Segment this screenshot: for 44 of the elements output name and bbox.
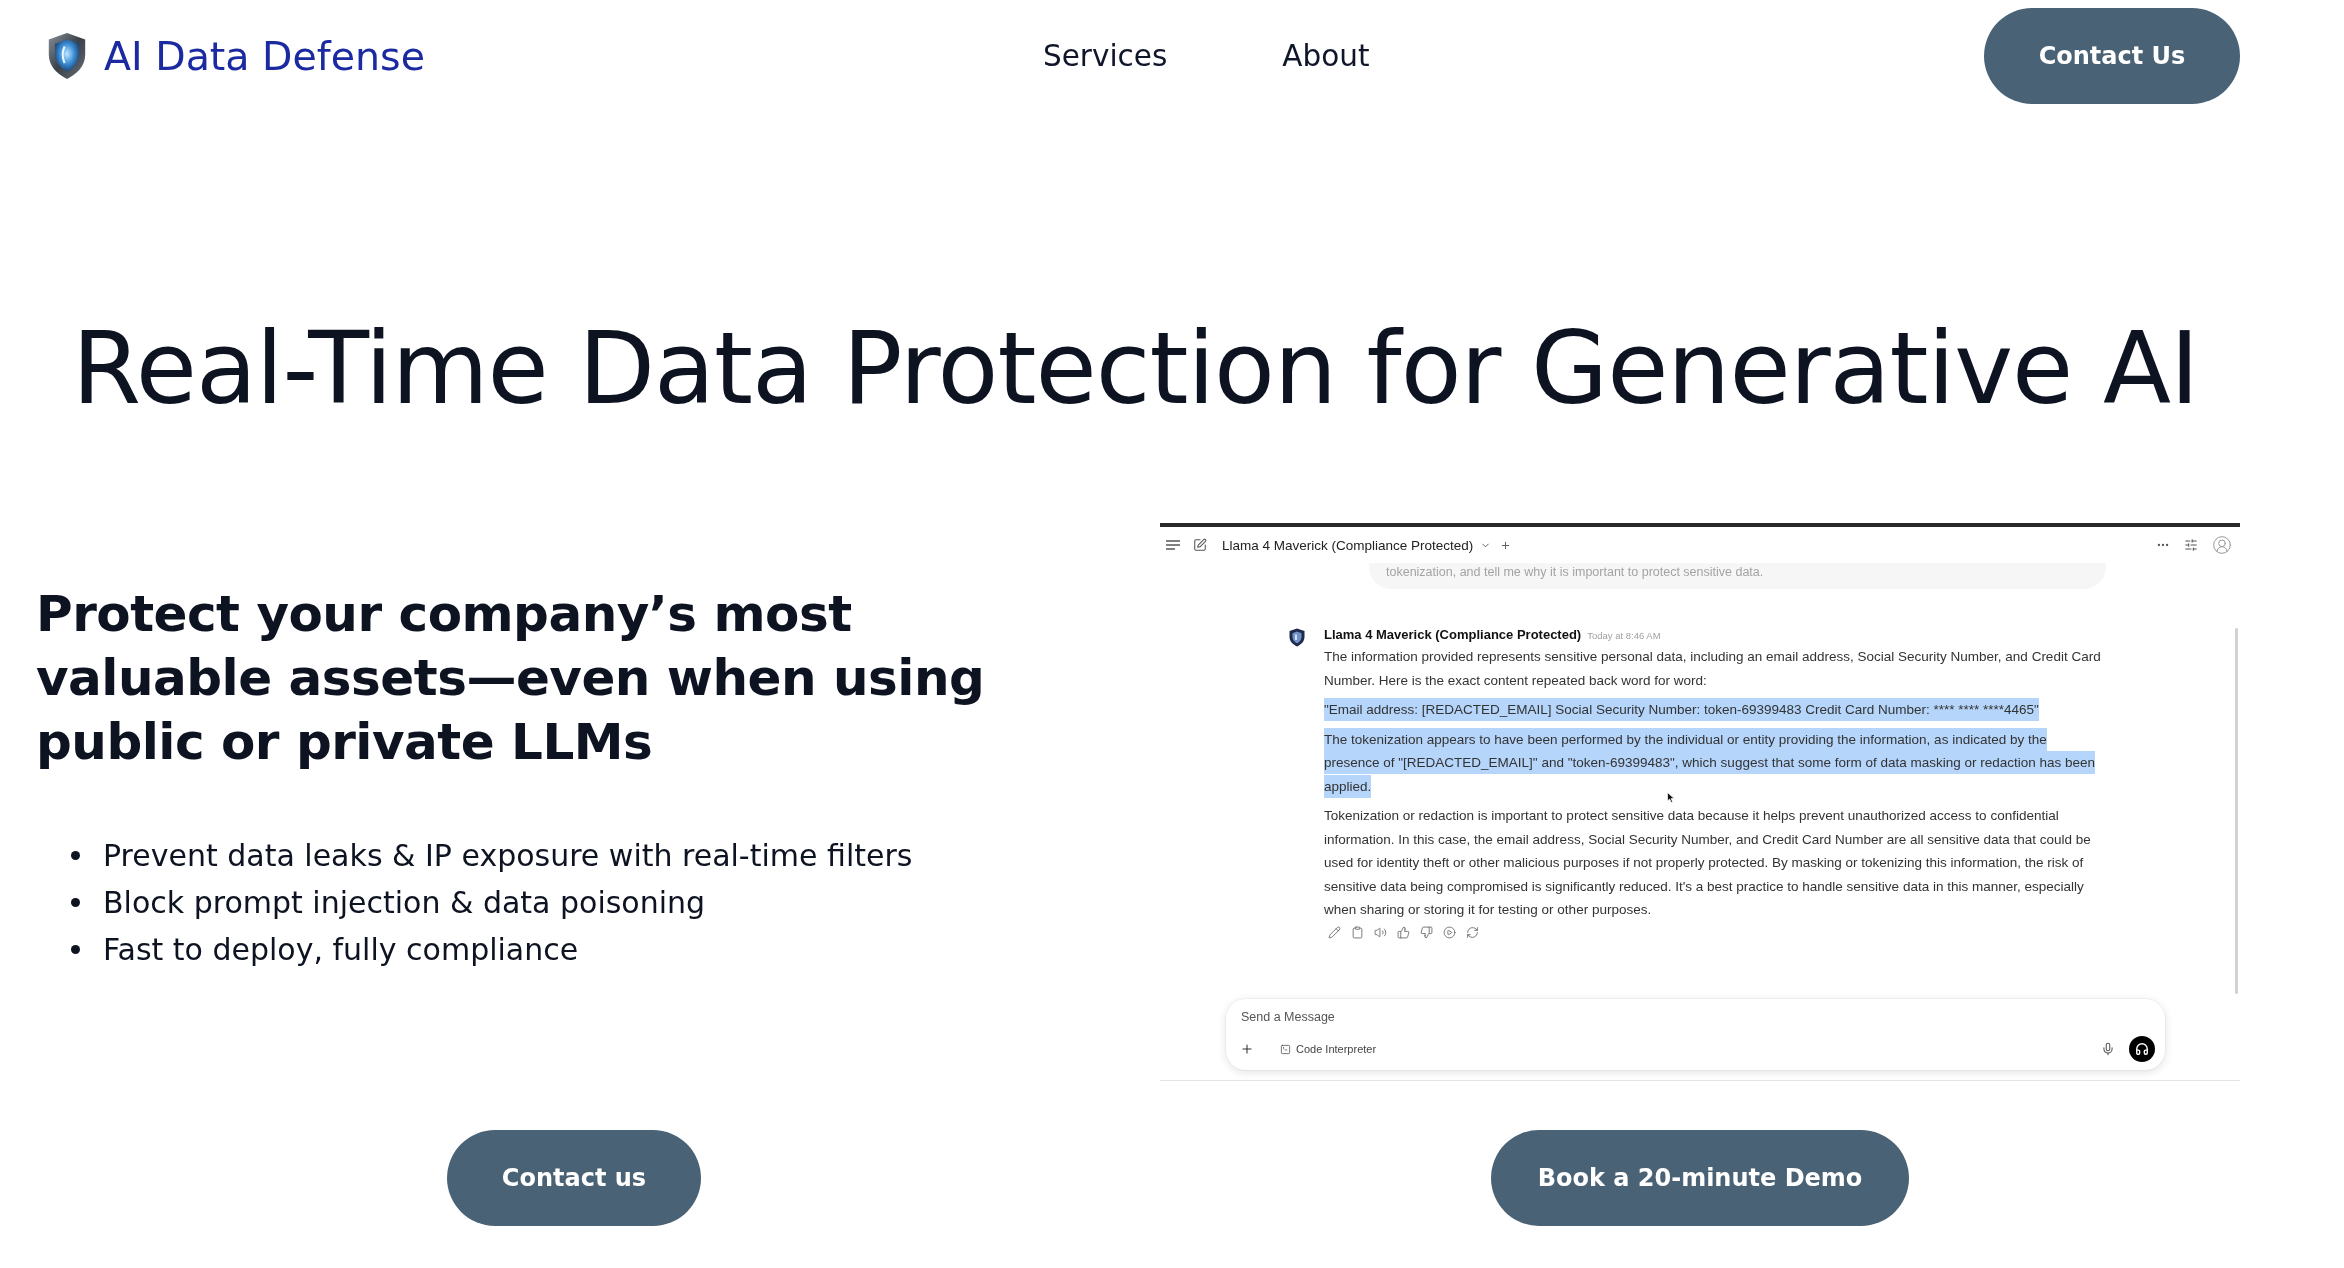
pitch-heading: Protect your company’s most valuable assets—even when using public or private LLMs <box>36 584 986 773</box>
demo-button[interactable]: Book a 20-minute Demo <box>1491 1130 1909 1226</box>
terminal-icon <box>1280 1043 1291 1055</box>
sender-name: Llama 4 Maverick (Compliance Protected) <box>1324 626 1582 644</box>
message-time: Today at 8:46 AM <box>1587 629 1661 643</box>
contact-button[interactable]: Contact us <box>447 1130 701 1226</box>
highlighted-paragraph: "Email address: [REDACTED_EMAIL] Social Security Number: token-69399483 Credit Card Number: **** **** ****4465" <box>1324 698 2039 722</box>
speaker-icon[interactable] <box>1374 925 1387 939</box>
play-icon[interactable] <box>1443 925 1456 939</box>
bullet-icon <box>71 898 80 907</box>
microphone-icon[interactable] <box>2101 1042 2115 1056</box>
refresh-icon[interactable] <box>1466 925 1479 939</box>
reply-paragraph: The information provided represents sensitive personal data, including an email address, Social Security Number, and Credit Card Number. Here is the exact content repeated back word for word: <box>1324 648 2102 690</box>
edit-icon[interactable] <box>1193 538 1207 552</box>
sliders-icon[interactable] <box>2184 538 2198 552</box>
brand-name: AI Data Defense <box>104 33 425 79</box>
headphones-button[interactable] <box>2129 1036 2155 1062</box>
bullet-text: Prevent data leaks & IP exposure with real-time filters <box>103 837 913 875</box>
nav-link[interactable]: Services <box>1042 39 1168 73</box>
thumbs-down-icon[interactable] <box>1420 925 1433 939</box>
prompt-text: tokenization, and tell me why it is important to protect sensitive data. <box>1386 564 1765 581</box>
menu-icon[interactable] <box>1166 540 1180 550</box>
bullet-icon <box>71 945 80 954</box>
bullet-text: Block prompt injection & data poisoning <box>103 884 706 922</box>
model-name: Llama 4 Maverick (Compliance Protected) <box>1222 537 1474 553</box>
reply-paragraph: Tokenization or redaction is important to protect sensitive data because it helps prevent unauthorized access to confidential information. In this case, the email address, Social Security Number, and Credit Card Number are all sensitive data that could be used for identity theft or other malicious purposes if not properly protected. By masking or tokenizing this information, the risk of sensitive data being compromised is significantly reduced. It's a best practice to handle sensitive data in this manner, especially when sharing or storing it for testing or other purposes. <box>1324 807 2092 919</box>
headphones-icon <box>2135 1042 2149 1056</box>
bullet-icon <box>71 851 80 860</box>
clipboard-icon[interactable] <box>1351 925 1364 939</box>
thumbs-up-icon[interactable] <box>1397 925 1410 939</box>
hero-title: Real-Time Data Protection for Generative AI <box>72 310 2199 428</box>
plus-icon[interactable] <box>1240 1042 1254 1056</box>
shield-logo-icon <box>48 32 86 80</box>
bullet-text: Fast to deploy, fully compliance <box>103 931 579 969</box>
plus-icon[interactable] <box>1500 539 1512 551</box>
nav-link[interactable]: About <box>1282 39 1370 73</box>
contact-button[interactable]: Contact Us <box>1984 8 2240 104</box>
pencil-icon[interactable] <box>1328 925 1341 939</box>
code-interpreter-button[interactable]: Code Interpreter <box>1280 1043 1377 1055</box>
message-input[interactable]: Send a Message <box>1240 1007 1640 1027</box>
avatar-icon[interactable] <box>2212 535 2232 555</box>
shield-icon <box>1289 628 1305 647</box>
scrollbar[interactable] <box>2235 628 2238 994</box>
mouse-pointer-icon <box>1667 792 1675 803</box>
